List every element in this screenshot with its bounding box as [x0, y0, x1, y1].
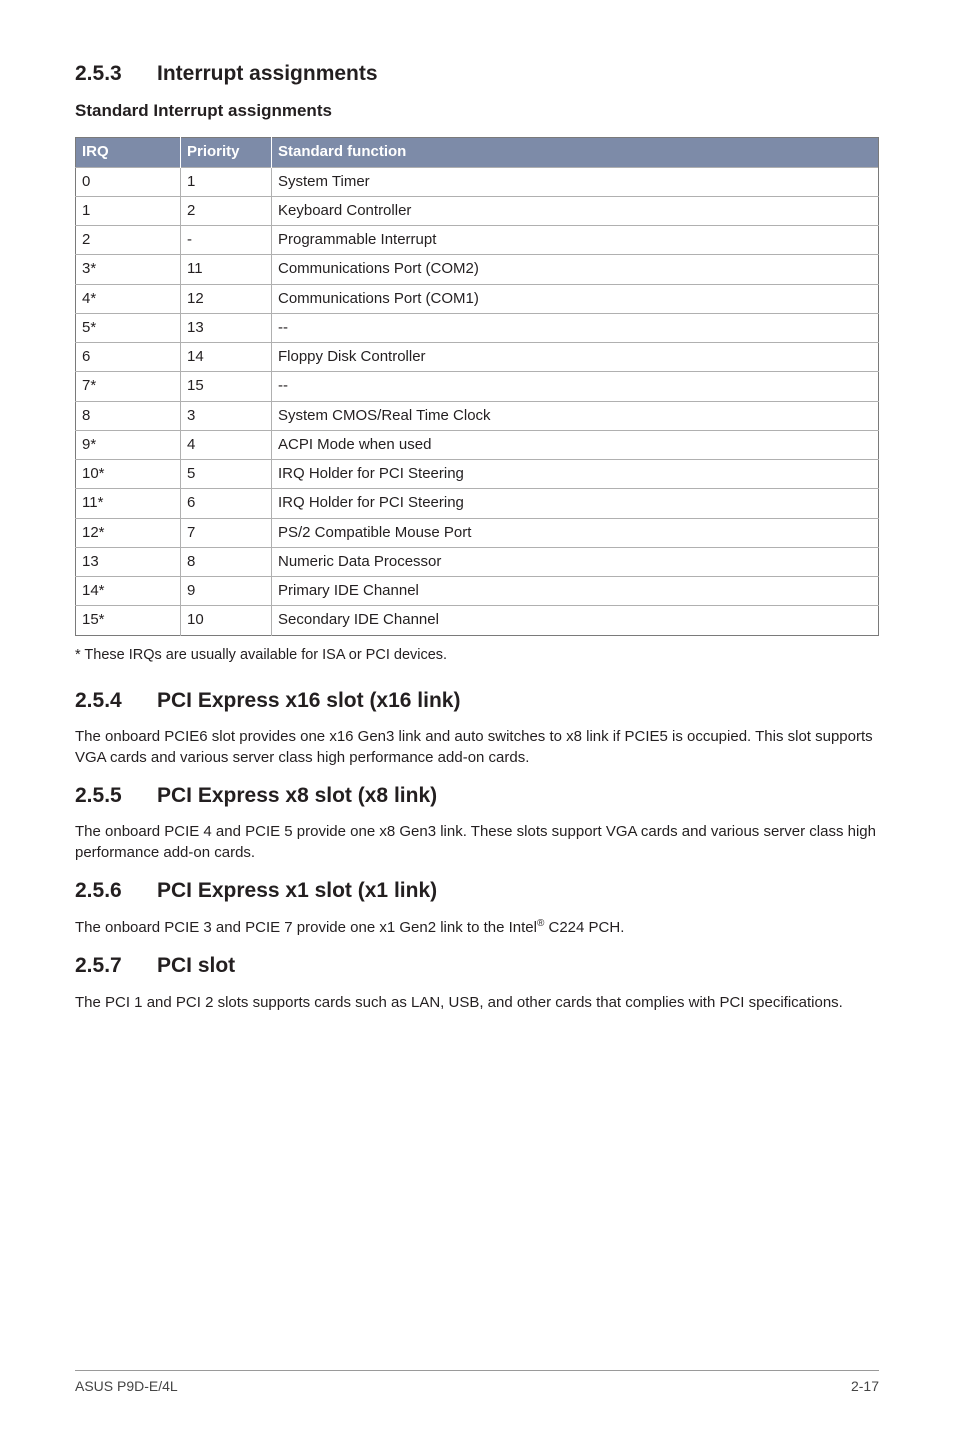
section-number: 2.5.3 — [75, 60, 157, 88]
irq-table: IRQ Priority Standard function 01System … — [75, 137, 879, 635]
footer-right: 2-17 — [851, 1377, 879, 1396]
table-row: 138Numeric Data Processor — [76, 547, 879, 576]
section-title: PCI Express x1 slot (x1 link) — [157, 879, 437, 902]
table-row: 14*9Primary IDE Channel — [76, 577, 879, 606]
section-256-para: The onboard PCIE 3 and PCIE 7 provide on… — [75, 917, 879, 938]
section-257-para: The PCI 1 and PCI 2 slots supports cards… — [75, 993, 879, 1013]
cell-function: IRQ Holder for PCI Steering — [272, 489, 879, 518]
cell-function: Primary IDE Channel — [272, 577, 879, 606]
cell-priority: 15 — [181, 372, 272, 401]
cell-priority: 3 — [181, 401, 272, 430]
table-row: 01System Timer — [76, 167, 879, 196]
cell-function: Communications Port (COM2) — [272, 255, 879, 284]
cell-priority: 4 — [181, 430, 272, 459]
table-row: 12*7PS/2 Compatible Mouse Port — [76, 518, 879, 547]
cell-priority: 9 — [181, 577, 272, 606]
table-row: 5*13-- — [76, 313, 879, 342]
cell-irq: 11* — [76, 489, 181, 518]
th-function: Standard function — [272, 138, 879, 167]
cell-priority: 1 — [181, 167, 272, 196]
irq-footnote: * These IRQs are usually available for I… — [75, 646, 879, 666]
cell-irq: 8 — [76, 401, 181, 430]
cell-irq: 7* — [76, 372, 181, 401]
cell-irq: 10* — [76, 460, 181, 489]
cell-irq: 0 — [76, 167, 181, 196]
table-row: 614Floppy Disk Controller — [76, 343, 879, 372]
cell-irq: 4* — [76, 284, 181, 313]
footer-left: ASUS P9D-E/4L — [75, 1377, 178, 1396]
section-title: Interrupt assignments — [157, 62, 378, 85]
cell-priority: 11 — [181, 255, 272, 284]
cell-function: System Timer — [272, 167, 879, 196]
para-pre: The onboard PCIE 3 and PCIE 7 provide on… — [75, 919, 537, 936]
cell-priority: 2 — [181, 196, 272, 225]
subheading-standard-interrupt: Standard Interrupt assignments — [75, 100, 879, 123]
section-heading-255: 2.5.5PCI Express x8 slot (x8 link) — [75, 782, 879, 810]
table-row: 3*11Communications Port (COM2) — [76, 255, 879, 284]
cell-priority: 5 — [181, 460, 272, 489]
section-255-para: The onboard PCIE 4 and PCIE 5 provide on… — [75, 822, 879, 863]
section-title: PCI Express x8 slot (x8 link) — [157, 784, 437, 807]
section-title: PCI slot — [157, 954, 235, 977]
table-row: 11*6IRQ Holder for PCI Steering — [76, 489, 879, 518]
cell-function: ACPI Mode when used — [272, 430, 879, 459]
cell-function: System CMOS/Real Time Clock — [272, 401, 879, 430]
cell-function: Floppy Disk Controller — [272, 343, 879, 372]
cell-function: Numeric Data Processor — [272, 547, 879, 576]
para-post: C224 PCH. — [544, 919, 624, 936]
cell-irq: 2 — [76, 226, 181, 255]
section-heading-254: 2.5.4PCI Express x16 slot (x16 link) — [75, 687, 879, 715]
cell-irq: 9* — [76, 430, 181, 459]
table-row: 15*10Secondary IDE Channel — [76, 606, 879, 635]
cell-priority: 10 — [181, 606, 272, 635]
cell-function: Secondary IDE Channel — [272, 606, 879, 635]
cell-priority: 13 — [181, 313, 272, 342]
table-row: 9*4ACPI Mode when used — [76, 430, 879, 459]
cell-function: Communications Port (COM1) — [272, 284, 879, 313]
table-row: 7*15-- — [76, 372, 879, 401]
section-number: 2.5.7 — [75, 952, 157, 980]
cell-function: Keyboard Controller — [272, 196, 879, 225]
table-row: 10*5IRQ Holder for PCI Steering — [76, 460, 879, 489]
th-priority: Priority — [181, 138, 272, 167]
section-title: PCI Express x16 slot (x16 link) — [157, 689, 460, 712]
table-header-row: IRQ Priority Standard function — [76, 138, 879, 167]
section-254-para: The onboard PCIE6 slot provides one x16 … — [75, 727, 879, 768]
section-number: 2.5.6 — [75, 877, 157, 905]
section-heading-257: 2.5.7PCI slot — [75, 952, 879, 980]
cell-irq: 12* — [76, 518, 181, 547]
cell-irq: 14* — [76, 577, 181, 606]
table-row: 83System CMOS/Real Time Clock — [76, 401, 879, 430]
table-row: 2-Programmable Interrupt — [76, 226, 879, 255]
cell-irq: 1 — [76, 196, 181, 225]
th-irq: IRQ — [76, 138, 181, 167]
cell-function: Programmable Interrupt — [272, 226, 879, 255]
cell-priority: - — [181, 226, 272, 255]
cell-priority: 8 — [181, 547, 272, 576]
cell-priority: 6 — [181, 489, 272, 518]
cell-priority: 12 — [181, 284, 272, 313]
table-row: 12Keyboard Controller — [76, 196, 879, 225]
cell-irq: 3* — [76, 255, 181, 284]
cell-irq: 5* — [76, 313, 181, 342]
cell-priority: 7 — [181, 518, 272, 547]
cell-function: PS/2 Compatible Mouse Port — [272, 518, 879, 547]
page-footer: ASUS P9D-E/4L 2-17 — [75, 1370, 879, 1396]
cell-function: -- — [272, 313, 879, 342]
section-heading-253: 2.5.3Interrupt assignments — [75, 60, 879, 88]
cell-irq: 13 — [76, 547, 181, 576]
cell-irq: 15* — [76, 606, 181, 635]
cell-function: -- — [272, 372, 879, 401]
section-heading-256: 2.5.6PCI Express x1 slot (x1 link) — [75, 877, 879, 905]
section-number: 2.5.5 — [75, 782, 157, 810]
table-row: 4*12Communications Port (COM1) — [76, 284, 879, 313]
cell-priority: 14 — [181, 343, 272, 372]
section-number: 2.5.4 — [75, 687, 157, 715]
cell-irq: 6 — [76, 343, 181, 372]
cell-function: IRQ Holder for PCI Steering — [272, 460, 879, 489]
